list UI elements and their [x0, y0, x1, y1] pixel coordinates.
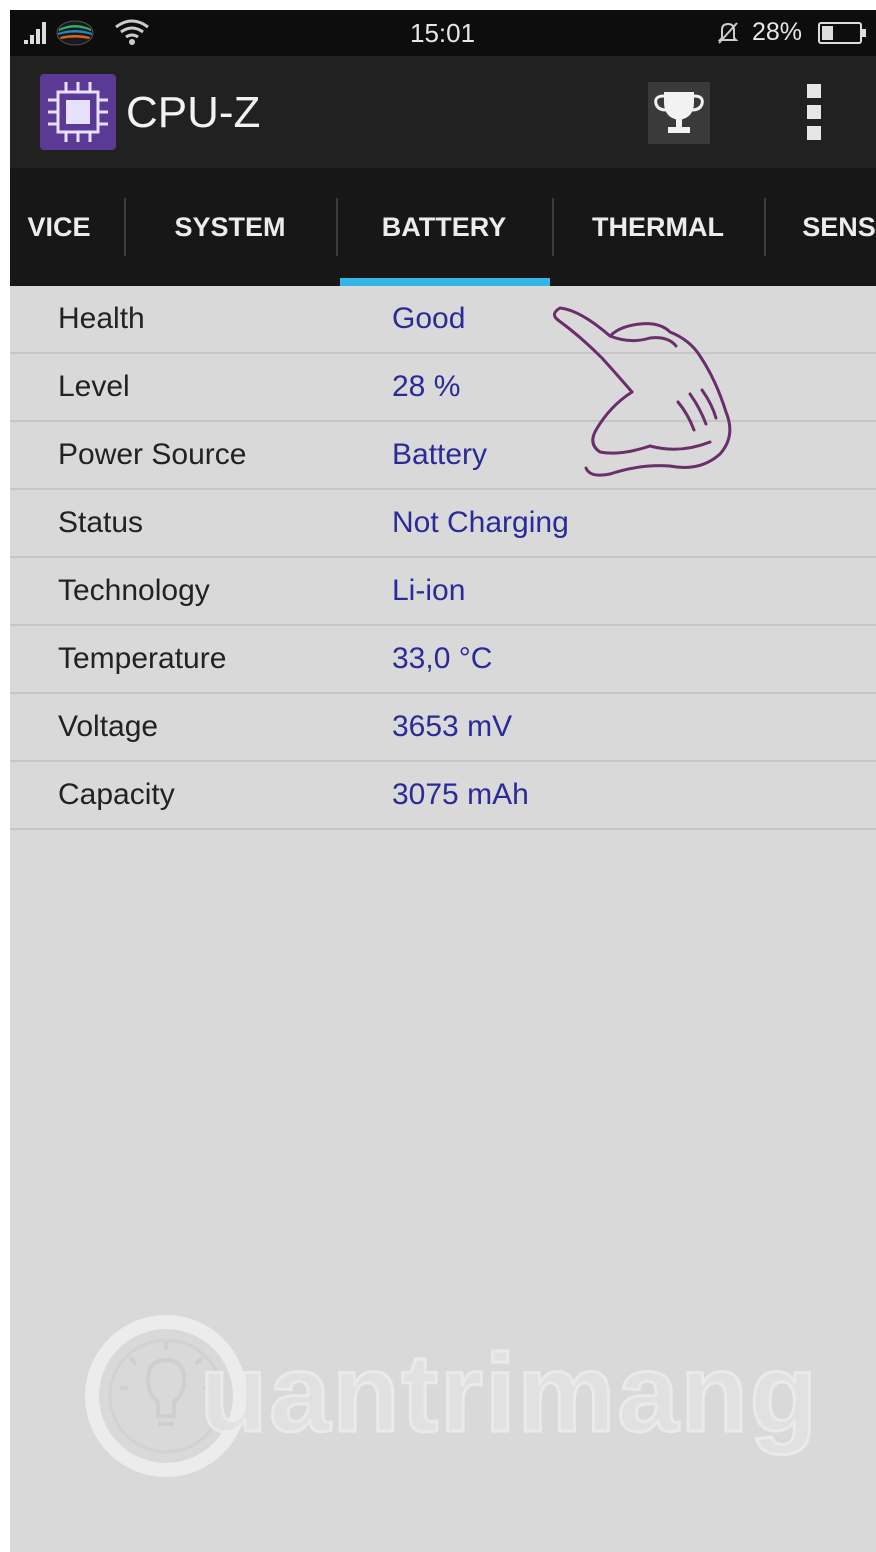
row-value: 3075 mAh: [392, 778, 529, 811]
overflow-menu-icon[interactable]: [796, 80, 832, 144]
row-label: Health: [58, 302, 145, 335]
trophy-icon: [654, 92, 704, 133]
row-label: Status: [58, 506, 144, 539]
status-time: 15:01: [410, 18, 476, 48]
row-value: 33,0 °C: [392, 642, 493, 675]
tab-system[interactable]: SYSTEM: [124, 168, 336, 286]
list-item: Temperature 33,0 °C: [10, 626, 876, 694]
list-item: Capacity 3075 mAh: [10, 762, 876, 830]
row-value: 28 %: [392, 370, 461, 403]
selected-tab-indicator: [340, 278, 550, 286]
app-bar: CPU-Z: [10, 56, 876, 168]
tab-battery[interactable]: BATTERY: [336, 168, 552, 286]
list-item: Voltage 3653 mV: [10, 694, 876, 762]
row-value: 3653 mV: [392, 710, 513, 743]
row-value: Li-ion: [392, 574, 466, 607]
row-label: Voltage: [58, 710, 159, 743]
battery-icon: [818, 22, 866, 44]
row-value: Not Charging: [392, 506, 569, 539]
watermark-text: uantrimang: [199, 1331, 819, 1457]
carrier-icon: [56, 20, 94, 46]
row-value: Battery: [392, 438, 488, 471]
row-label: Power Source: [58, 438, 247, 471]
tab-thermal[interactable]: THERMAL: [552, 168, 764, 286]
app-title: CPU-Z: [126, 88, 261, 137]
trophy-button[interactable]: [648, 82, 710, 144]
cpu-logo-icon: [40, 74, 116, 150]
row-label: Level: [58, 370, 130, 403]
signal-icon: [24, 22, 46, 44]
phone-screen: 15:01 28% CPU-Z VICE SYSTEM BATTERY THER…: [10, 10, 876, 1552]
row-label: Technology: [58, 574, 210, 607]
list-item: Status Not Charging: [10, 490, 876, 558]
tab-sensors[interactable]: SENS: [764, 168, 876, 286]
wifi-icon: [115, 19, 149, 45]
status-bar: 15:01 28%: [10, 10, 876, 56]
battery-percent: 28%: [752, 18, 803, 46]
tab-device[interactable]: VICE: [10, 168, 124, 286]
row-label: Capacity: [58, 778, 175, 811]
pointing-hand-annotation-icon: [553, 306, 732, 477]
alarm-off-icon: [717, 22, 739, 44]
tab-bar: VICE SYSTEM BATTERY THERMAL SENS: [10, 168, 876, 286]
list-item: Technology Li-ion: [10, 558, 876, 626]
row-value: Good: [392, 302, 466, 335]
row-label: Temperature: [58, 642, 227, 675]
